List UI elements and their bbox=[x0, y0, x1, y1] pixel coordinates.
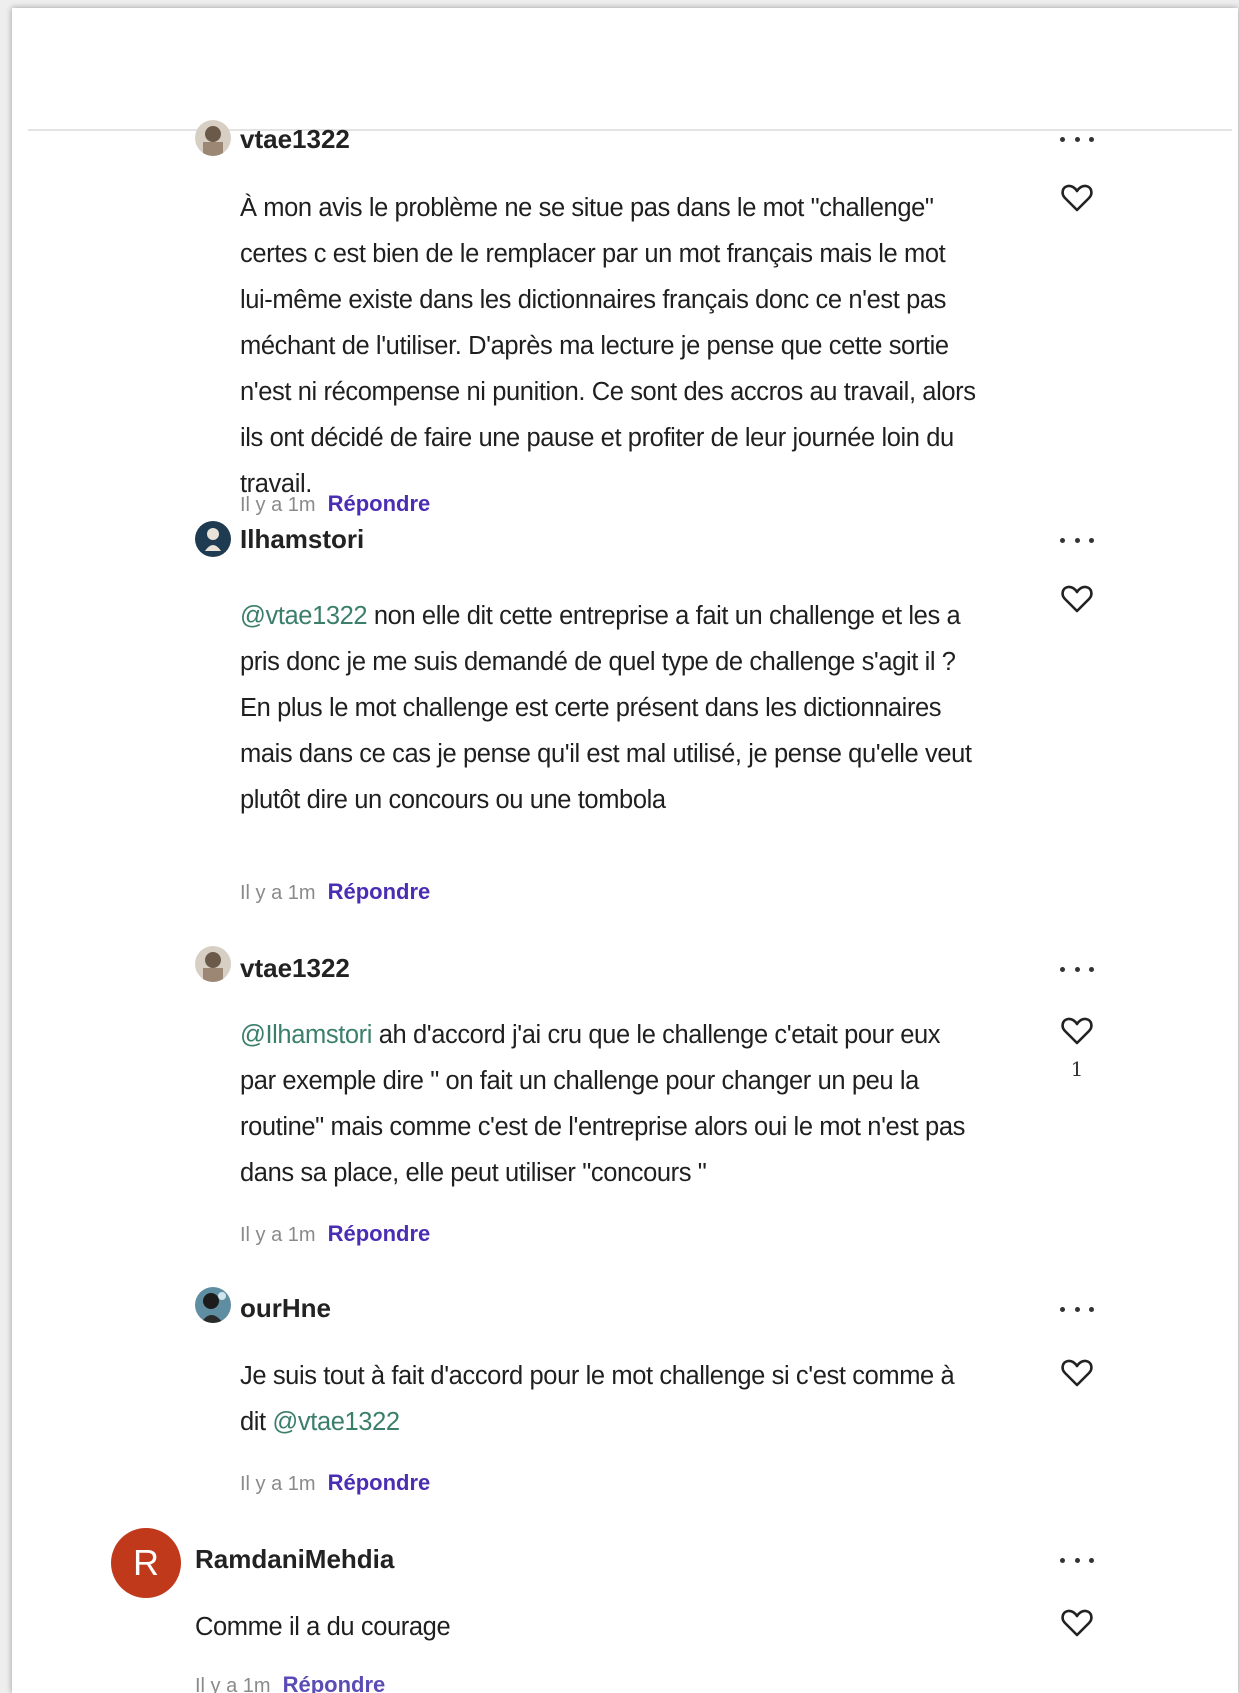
heart-icon[interactable] bbox=[1060, 582, 1094, 616]
comment-meta: Il y a 1m Répondre bbox=[240, 1221, 430, 1247]
timestamp: Il y a 1m bbox=[240, 882, 316, 904]
avatar[interactable]: R bbox=[111, 1528, 181, 1598]
more-options-icon[interactable] bbox=[1060, 1555, 1094, 1565]
header-area bbox=[12, 8, 1238, 128]
mention-link[interactable]: @vtae1322 bbox=[272, 1408, 400, 1436]
timestamp: Il y a 1m bbox=[240, 1224, 316, 1246]
comment-text: @vtae1322 non elle dit cette entreprise … bbox=[240, 593, 980, 823]
reply-button[interactable]: Répondre bbox=[328, 1221, 431, 1246]
comment-text: Je suis tout à fait d'accord pour le mot… bbox=[240, 1353, 980, 1445]
mention-link[interactable]: @Ilhamstori bbox=[240, 1021, 372, 1049]
heart-icon[interactable] bbox=[1060, 1014, 1094, 1048]
avatar[interactable] bbox=[195, 521, 231, 557]
username[interactable]: RamdaniMehdia bbox=[195, 1544, 394, 1575]
avatar[interactable] bbox=[195, 1287, 231, 1323]
comment-meta: Il y a 1m Répondre bbox=[195, 1672, 385, 1693]
heart-icon[interactable] bbox=[1060, 1606, 1094, 1640]
heart-icon[interactable] bbox=[1060, 1356, 1094, 1390]
comment-text: À mon avis le problème ne se situe pas d… bbox=[240, 194, 976, 498]
more-options-icon[interactable] bbox=[1060, 535, 1094, 545]
comment-text: Comme il a du courage bbox=[195, 1613, 451, 1641]
timestamp: Il y a 1m bbox=[195, 1675, 271, 1693]
comment-meta: Il y a 1m Répondre bbox=[240, 1470, 430, 1496]
reply-button[interactable]: Répondre bbox=[328, 491, 431, 516]
more-options-icon[interactable] bbox=[1060, 134, 1094, 144]
mention-link[interactable]: @vtae1322 bbox=[240, 602, 368, 630]
username[interactable]: ourHne bbox=[240, 1293, 331, 1324]
more-options-icon[interactable] bbox=[1060, 964, 1094, 974]
username[interactable]: Ilhamstori bbox=[240, 524, 364, 555]
timestamp: Il y a 1m bbox=[240, 494, 316, 516]
comments-window: vtae1322 À mon avis le problème ne se si… bbox=[12, 8, 1238, 1693]
comment-text: @Ilhamstori ah d'accord j'ai cru que le … bbox=[240, 1012, 980, 1196]
reply-button[interactable]: Répondre bbox=[283, 1672, 386, 1693]
comment-meta: Il y a 1m Répondre bbox=[240, 491, 430, 517]
reply-button[interactable]: Répondre bbox=[328, 879, 431, 904]
reply-button[interactable]: Répondre bbox=[328, 1470, 431, 1495]
heart-icon[interactable] bbox=[1060, 181, 1094, 215]
like-count: 1 bbox=[1070, 1057, 1084, 1081]
username[interactable]: vtae1322 bbox=[240, 124, 350, 155]
username[interactable]: vtae1322 bbox=[240, 953, 350, 984]
timestamp: Il y a 1m bbox=[240, 1473, 316, 1495]
more-options-icon[interactable] bbox=[1060, 1304, 1094, 1314]
avatar[interactable] bbox=[195, 120, 231, 156]
avatar[interactable] bbox=[195, 946, 231, 982]
comment-meta: Il y a 1m Répondre bbox=[240, 879, 430, 905]
comment-text-content: non elle dit cette entreprise a fait un … bbox=[240, 602, 972, 814]
